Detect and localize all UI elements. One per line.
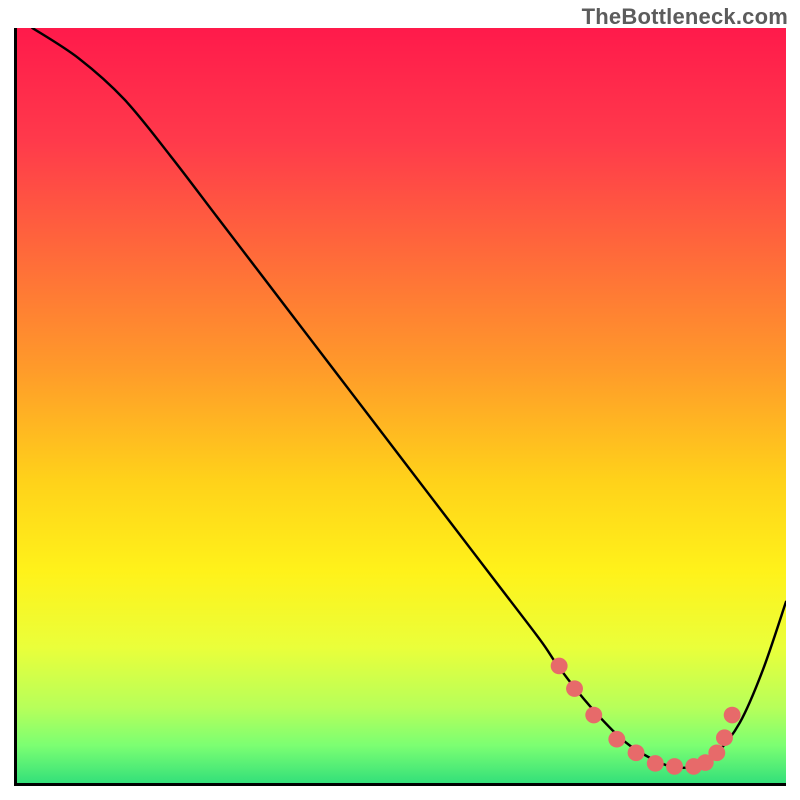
dot-marker bbox=[566, 680, 583, 697]
dot-marker bbox=[708, 744, 725, 761]
dot-marker bbox=[585, 707, 602, 724]
dot-marker bbox=[716, 729, 733, 746]
dot-markers bbox=[17, 28, 786, 783]
dot-marker bbox=[628, 744, 645, 761]
plot-axes bbox=[14, 28, 786, 786]
plot-area bbox=[17, 28, 786, 783]
dot-marker bbox=[666, 758, 683, 775]
watermark-text: TheBottleneck.com bbox=[582, 4, 788, 30]
dot-marker bbox=[724, 707, 741, 724]
dot-marker bbox=[647, 755, 664, 772]
dot-marker bbox=[551, 658, 568, 675]
dot-marker bbox=[608, 731, 625, 748]
chart-frame: TheBottleneck.com bbox=[0, 0, 800, 800]
